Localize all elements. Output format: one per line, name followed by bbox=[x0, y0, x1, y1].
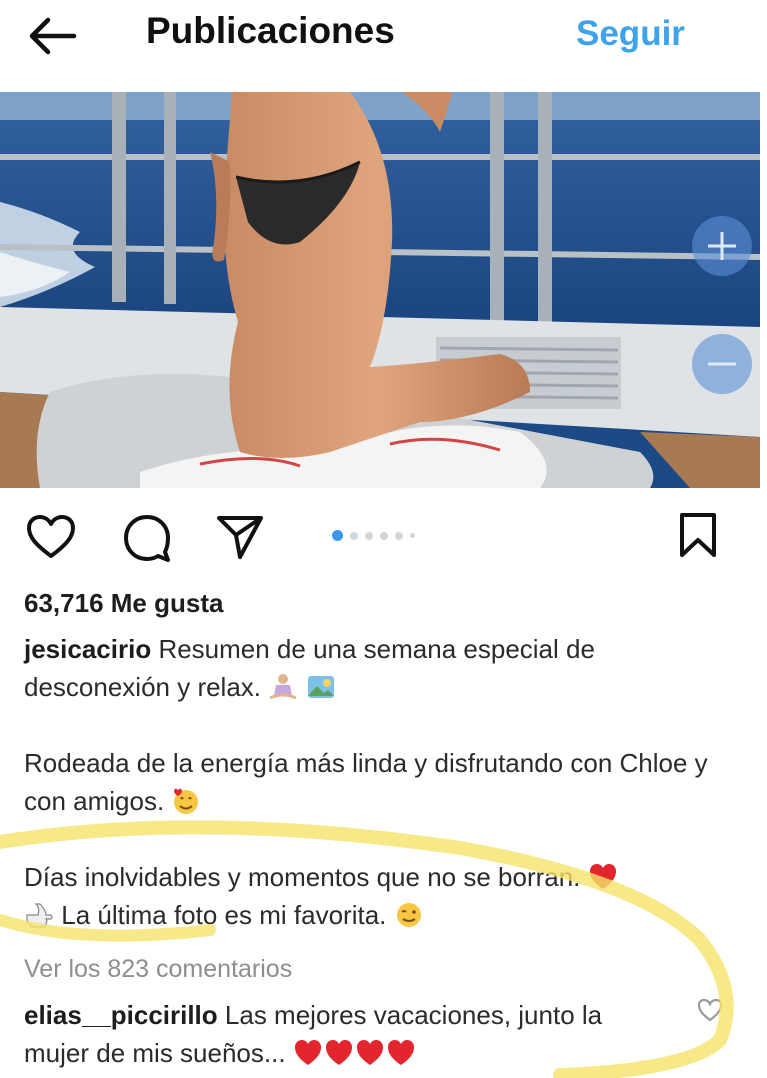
post-caption: jesicacirio Resumen de una semana especi… bbox=[24, 630, 724, 934]
carousel-dot bbox=[332, 530, 343, 541]
bookmark-icon bbox=[680, 513, 716, 557]
back-button[interactable] bbox=[24, 14, 80, 58]
caption-line-4: La última foto es mi favorita. bbox=[61, 900, 387, 930]
carousel-dot bbox=[395, 531, 403, 540]
smiling-face-with-hearts-emoji-icon bbox=[171, 786, 201, 816]
carousel-dot bbox=[410, 533, 415, 538]
caption-line-2: Rodeada de la energía más linda y disfru… bbox=[24, 748, 708, 816]
top-bar: Publicaciones Seguir bbox=[0, 0, 767, 92]
caption-username[interactable]: jesicacirio bbox=[24, 634, 151, 664]
comment-row: elias__piccirillo Las mejores vacaciones… bbox=[24, 996, 674, 1072]
comment-username[interactable]: elias__piccirillo bbox=[24, 1000, 218, 1030]
carousel-dot bbox=[350, 531, 358, 540]
pointing-hand-emoji-icon bbox=[24, 900, 54, 930]
red-heart-emoji-icon bbox=[588, 862, 618, 892]
like-button[interactable] bbox=[26, 515, 76, 564]
carousel-dot bbox=[365, 531, 373, 540]
caption-line-3: Días inolvidables y momentos que no se b… bbox=[24, 862, 581, 892]
red-hearts-emoji-icon bbox=[293, 1038, 417, 1068]
winking-face-emoji-icon bbox=[394, 900, 424, 930]
carousel-dot bbox=[380, 531, 388, 540]
view-comments-link[interactable]: Ver los 823 comentarios bbox=[24, 955, 292, 984]
post-image[interactable] bbox=[0, 92, 760, 488]
sunrise-image-emoji-icon bbox=[306, 672, 336, 702]
likes-count[interactable]: 63,716 Me gusta bbox=[24, 588, 223, 619]
save-button[interactable] bbox=[678, 512, 718, 563]
speech-bubble-icon bbox=[124, 515, 170, 562]
comment-button[interactable] bbox=[122, 514, 172, 567]
meditation-emoji-icon bbox=[268, 672, 298, 702]
arrow-left-icon bbox=[29, 17, 77, 55]
follow-button[interactable]: Seguir bbox=[576, 14, 685, 54]
paper-plane-icon bbox=[217, 516, 263, 559]
heart-outline-icon bbox=[697, 998, 723, 1022]
page-title: Publicaciones bbox=[146, 10, 395, 51]
heart-icon bbox=[27, 515, 75, 558]
comment-like-button[interactable] bbox=[697, 998, 723, 1027]
carousel-indicator bbox=[332, 530, 415, 541]
share-button[interactable] bbox=[216, 514, 264, 565]
